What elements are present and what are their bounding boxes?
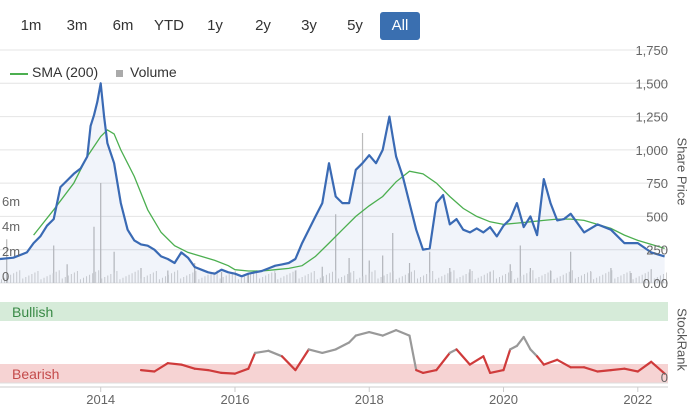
x-tick-label: 2022 — [623, 392, 652, 407]
price-chart[interactable]: 0.00 250 500 750 1,000 1,250 1,500 1,750 0 2m 4m 6m… — [0, 0, 699, 407]
stockrank-line-segment[interactable] — [139, 369, 156, 373]
volume-tick-label: 0 — [2, 269, 9, 284]
price-tick-label: 1,250 — [635, 110, 668, 125]
stockrank-line-segment[interactable] — [395, 329, 411, 337]
stockrank-line-segment[interactable] — [307, 348, 324, 354]
x-tick-label: 2020 — [489, 392, 518, 407]
stockrank-line-segment[interactable] — [354, 331, 371, 337]
x-tick-label: 2016 — [221, 392, 250, 407]
stockrank-line-segment[interactable] — [368, 331, 384, 337]
stockrank-line-segment[interactable] — [535, 355, 545, 366]
stockrank-line-segment[interactable] — [468, 355, 485, 366]
stockrank-line-segment[interactable] — [522, 335, 532, 351]
price-tick-label: 750 — [646, 176, 668, 191]
stockrank-line-segment[interactable] — [334, 341, 351, 351]
stockrank-line-segment[interactable] — [321, 348, 337, 354]
stockrank-line-segment[interactable] — [220, 371, 237, 375]
stockrank-line-segment[interactable] — [515, 335, 525, 347]
stockrank-line-segment[interactable] — [348, 334, 357, 344]
price-tick-label: 0.00 — [643, 276, 668, 291]
bullish-band — [0, 302, 668, 321]
volume-tick-label: 2m — [2, 244, 20, 259]
stockrank-line-segment[interactable] — [166, 362, 183, 366]
price-tick-label: 1,000 — [635, 143, 668, 158]
stockrank-line-segment[interactable] — [509, 344, 519, 351]
price-axis-title: Share Price — [674, 137, 690, 206]
price-tick-label: 500 — [646, 209, 668, 224]
stockrank-axis-title: StockRank — [674, 308, 690, 371]
stockrank-line-segment[interactable] — [542, 358, 559, 366]
stockrank-line-segment[interactable] — [455, 348, 471, 366]
stockrank-line-segment[interactable] — [381, 329, 398, 337]
price-tick-label: 250 — [646, 243, 668, 258]
x-tick-label: 2014 — [86, 392, 115, 407]
x-tick-label: 2018 — [355, 392, 384, 407]
stockrank-tick-label: 0 — [661, 370, 668, 385]
volume-tick-label: 4m — [2, 219, 20, 234]
stockrank-line-segment[interactable] — [609, 367, 626, 372]
stockrank-line-segment[interactable] — [193, 367, 210, 372]
stockrank-line-segment[interactable] — [596, 369, 613, 373]
stockrank-line-segment[interactable] — [254, 349, 270, 354]
stockrank-line-segment[interactable] — [529, 348, 539, 358]
bearish-band-label: Bearish — [12, 366, 59, 382]
volume-tick-label: 6m — [2, 194, 20, 209]
bullish-band-label: Bullish — [12, 304, 53, 320]
price-tick-label: 1,750 — [635, 43, 668, 58]
price-tick-label: 1,500 — [635, 76, 668, 91]
stockrank-line-segment[interactable] — [448, 348, 458, 354]
stockrank-line-segment[interactable] — [267, 349, 284, 358]
